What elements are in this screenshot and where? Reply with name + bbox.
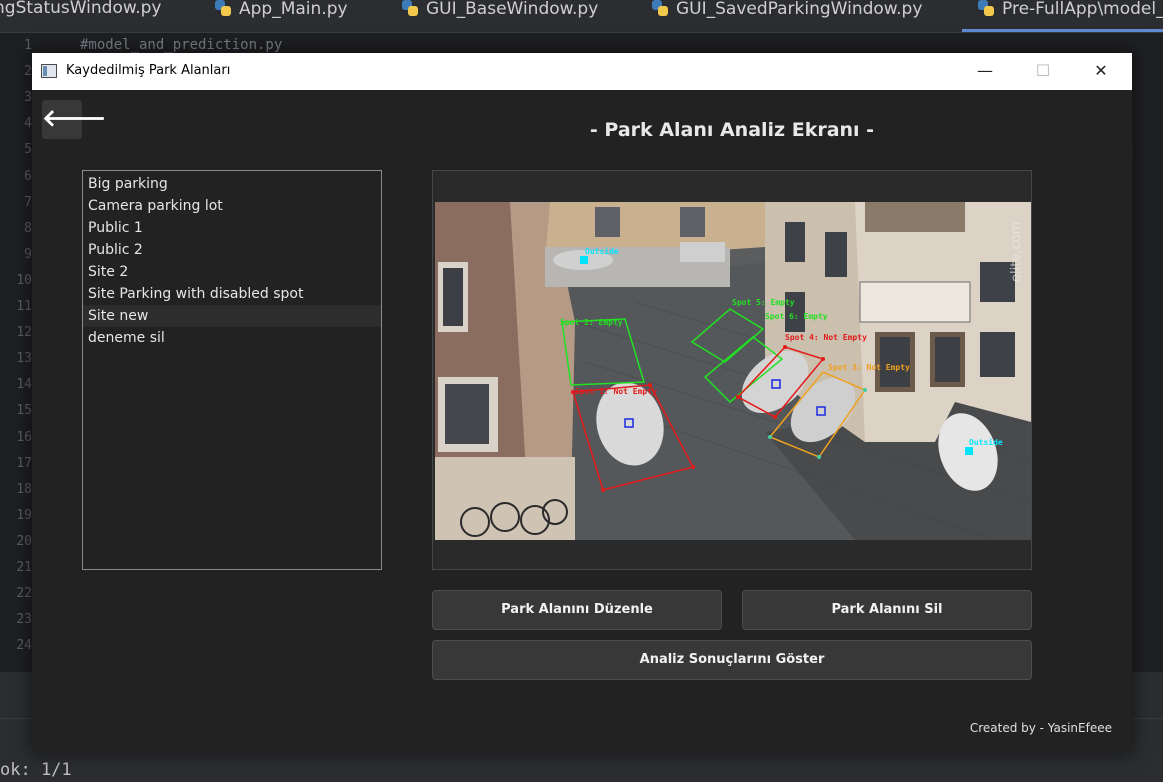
- ide-tab-label: ngStatusWindow.py: [0, 0, 162, 18]
- line-number: 21: [16, 560, 32, 575]
- python-file-icon: [652, 0, 668, 16]
- credit-text: Created by - YasinEfeee: [969, 721, 1112, 735]
- ide-tab-bar: ngStatusWindow.py App_Main.py GUI_BaseWi…: [0, 0, 1163, 33]
- back-button[interactable]: 🡐: [42, 100, 106, 139]
- line-number: 1: [24, 38, 32, 53]
- spot-label: Spot 2: Empty: [560, 318, 623, 327]
- image-watermark: elite.com: [1009, 222, 1024, 282]
- line-number: 3: [24, 90, 32, 106]
- list-item[interactable]: Site 2: [83, 261, 381, 283]
- show-analysis-results-button[interactable]: Analiz Sonuçlarını Göster: [432, 640, 1032, 680]
- spot-label: Spot 5: Empty: [732, 298, 795, 307]
- line-number: 18: [16, 481, 32, 497]
- line-number: 12: [16, 325, 32, 341]
- arrow-left-icon: 🡐: [42, 104, 107, 132]
- list-item[interactable]: Public 2: [83, 239, 381, 261]
- list-item[interactable]: Camera parking lot: [83, 195, 381, 217]
- line-number: 19: [16, 507, 32, 523]
- parking-camera-image: Spot 2: Empty Spot 5: Empty Spot 6: Empt…: [435, 202, 1031, 540]
- line-number: 2: [24, 64, 32, 80]
- window-titlebar[interactable]: Kaydedilmiş Park Alanları — ☐ ✕: [32, 53, 1132, 90]
- line-number: 9: [24, 246, 32, 262]
- python-file-icon: [402, 0, 418, 16]
- window-app-icon: [41, 64, 57, 78]
- line-number: 13: [16, 351, 32, 367]
- line-number: 7: [24, 194, 32, 210]
- ide-tab[interactable]: GUI_BaseWindow.py: [402, 0, 598, 33]
- ide-tab[interactable]: ngStatusWindow.py: [0, 0, 161, 33]
- outside-label: Outside: [585, 246, 619, 256]
- window-title: Kaydedilmiş Park Alanları: [66, 63, 231, 78]
- saved-parking-window: Kaydedilmiş Park Alanları — ☐ ✕ 🡐 - Park…: [32, 53, 1132, 753]
- python-file-icon: [978, 0, 994, 16]
- line-number: 17: [16, 455, 32, 471]
- outside-label: Outside: [969, 437, 1003, 447]
- spot-label: Spot 1: Not Empty: [575, 387, 657, 396]
- line-number: 23: [16, 612, 32, 628]
- line-number: 10: [16, 272, 32, 288]
- page-title: - Park Alanı Analiz Ekranı -: [589, 119, 875, 141]
- list-item[interactable]: Big parking: [83, 173, 381, 195]
- line-number: 4: [24, 116, 32, 132]
- ide-tab-label: GUI_BaseWindow.py: [426, 0, 599, 19]
- ide-tab-label: Pre-FullApp\model_: [1002, 0, 1163, 19]
- delete-parking-area-button[interactable]: Park Alanını Sil: [742, 590, 1032, 630]
- list-item[interactable]: Site new: [83, 305, 381, 327]
- line-number: 16: [16, 429, 32, 445]
- ide-tab[interactable]: App_Main.py: [215, 0, 348, 33]
- close-button[interactable]: ✕: [1072, 53, 1130, 90]
- line-number: 5: [24, 142, 32, 158]
- ide-code-comment: #model_and_prediction.py: [80, 37, 283, 53]
- ide-scroll-gutter: [1133, 33, 1163, 673]
- list-item[interactable]: Site Parking with disabled spot: [83, 283, 381, 305]
- line-number: 8: [24, 220, 32, 236]
- maximize-button[interactable]: ☐: [1014, 53, 1072, 90]
- spot-label: Spot 4: Not Empty: [785, 333, 867, 342]
- python-file-icon: [215, 0, 231, 16]
- active-tab-indicator: [962, 29, 1163, 32]
- line-number: 22: [16, 586, 32, 602]
- list-item[interactable]: deneme sil: [83, 327, 381, 349]
- list-item[interactable]: Public 1: [83, 217, 381, 239]
- parking-area-list[interactable]: Big parking Camera parking lot Public 1 Pub…: [82, 170, 382, 570]
- line-number: 24: [16, 638, 32, 654]
- edit-parking-area-button[interactable]: Park Alanını Düzenle: [432, 590, 722, 630]
- spot-label: Spot 6: Empty: [765, 312, 828, 321]
- line-number: 15: [16, 403, 32, 419]
- line-number: 11: [16, 299, 32, 314]
- line-number: 14: [16, 377, 32, 393]
- terminal-output: ok: 1/1: [0, 760, 72, 780]
- ide-tab-label: App_Main.py: [239, 0, 348, 19]
- line-number: 20: [16, 533, 32, 549]
- minimize-button[interactable]: —: [956, 53, 1014, 90]
- parking-scene-svg: Spot 2: Empty Spot 5: Empty Spot 6: Empt…: [435, 202, 1031, 540]
- spot-label: Spot 3: Not Empty: [828, 363, 910, 372]
- line-number: 6: [24, 168, 32, 184]
- ide-tab-label: GUI_SavedParkingWindow.py: [676, 0, 923, 19]
- ide-tab[interactable]: GUI_SavedParkingWindow.py: [652, 0, 922, 33]
- analysis-preview-frame: Spot 2: Empty Spot 5: Empty Spot 6: Empt…: [432, 170, 1032, 570]
